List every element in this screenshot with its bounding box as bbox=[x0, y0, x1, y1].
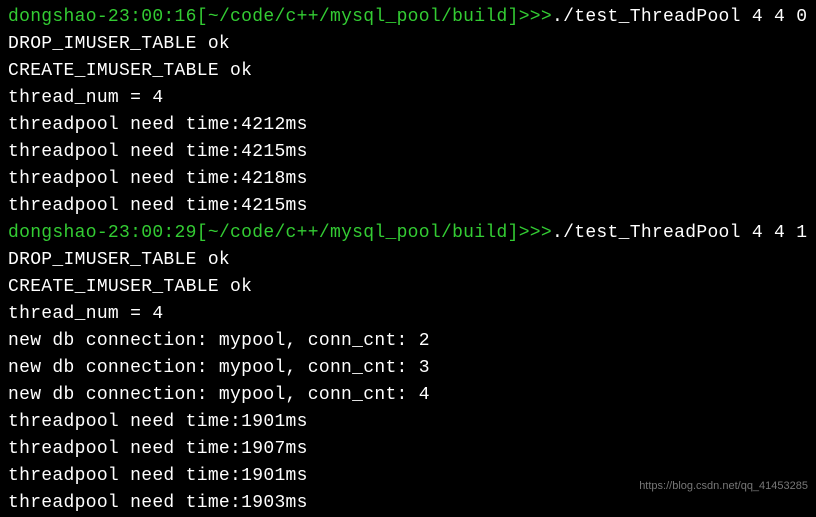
output-text: threadpool need time:1903ms bbox=[8, 493, 308, 513]
terminal-line: new db connection: mypool, conn_cnt: 3 bbox=[8, 355, 808, 382]
terminal-line: threadpool need time:1901ms bbox=[8, 409, 808, 436]
output-text: DROP_IMUSER_TABLE ok bbox=[8, 250, 230, 270]
output-text: CREATE_IMUSER_TABLE ok bbox=[8, 277, 252, 297]
terminal-output: dongshao-23:00:16[~/code/c++/mysql_pool/… bbox=[8, 4, 808, 517]
terminal-line: CREATE_IMUSER_TABLE ok bbox=[8, 58, 808, 85]
terminal-line: new db connection: mypool, conn_cnt: 4 bbox=[8, 382, 808, 409]
terminal-line: threadpool need time:4218ms bbox=[8, 166, 808, 193]
output-text: threadpool need time:1901ms bbox=[8, 466, 308, 486]
terminal-line: DROP_IMUSER_TABLE ok bbox=[8, 31, 808, 58]
terminal-line: threadpool need time:1907ms bbox=[8, 436, 808, 463]
output-text: thread_num = 4 bbox=[8, 304, 163, 324]
output-text: threadpool need time:4215ms bbox=[8, 196, 308, 216]
prompt-arrows: >>> bbox=[519, 7, 552, 27]
output-text: threadpool need time:4218ms bbox=[8, 169, 308, 189]
terminal-line: threadpool need time:4215ms bbox=[8, 193, 808, 220]
output-text: DROP_IMUSER_TABLE ok bbox=[8, 34, 230, 54]
prompt-arrows: >>> bbox=[519, 223, 552, 243]
command-text[interactable]: ./test_ThreadPool 4 4 0 bbox=[552, 7, 807, 27]
terminal-line: new db connection: mypool, conn_cnt: 2 bbox=[8, 328, 808, 355]
output-text: CREATE_IMUSER_TABLE ok bbox=[8, 61, 252, 81]
prompt-path: ~/code/c++/mysql_pool/build bbox=[208, 7, 508, 27]
terminal-line: threadpool need time:1903ms bbox=[8, 490, 808, 517]
prompt-user-host: dongshao-23:00:29[ bbox=[8, 223, 208, 243]
command-text[interactable]: ./test_ThreadPool 4 4 1 bbox=[552, 223, 807, 243]
terminal-line: thread_num = 4 bbox=[8, 85, 808, 112]
terminal-line: CREATE_IMUSER_TABLE ok bbox=[8, 274, 808, 301]
terminal-line: thread_num = 4 bbox=[8, 301, 808, 328]
output-text: threadpool need time:1901ms bbox=[8, 412, 308, 432]
output-text: new db connection: mypool, conn_cnt: 4 bbox=[8, 385, 430, 405]
output-text: threadpool need time:4212ms bbox=[8, 115, 308, 135]
prompt-bracket-close: ] bbox=[508, 7, 519, 27]
terminal-line: threadpool need time:4215ms bbox=[8, 139, 808, 166]
terminal-line: dongshao-23:00:16[~/code/c++/mysql_pool/… bbox=[8, 4, 808, 31]
terminal-line: threadpool need time:4212ms bbox=[8, 112, 808, 139]
prompt-bracket-close: ] bbox=[508, 223, 519, 243]
terminal-line: DROP_IMUSER_TABLE ok bbox=[8, 247, 808, 274]
watermark-text: https://blog.csdn.net/qq_41453285 bbox=[639, 478, 808, 495]
prompt-user-host: dongshao-23:00:16[ bbox=[8, 7, 208, 27]
output-text: threadpool need time:1907ms bbox=[8, 439, 308, 459]
output-text: thread_num = 4 bbox=[8, 88, 163, 108]
output-text: threadpool need time:4215ms bbox=[8, 142, 308, 162]
output-text: new db connection: mypool, conn_cnt: 3 bbox=[8, 358, 430, 378]
output-text: new db connection: mypool, conn_cnt: 2 bbox=[8, 331, 430, 351]
terminal-line: dongshao-23:00:29[~/code/c++/mysql_pool/… bbox=[8, 220, 808, 247]
prompt-path: ~/code/c++/mysql_pool/build bbox=[208, 223, 508, 243]
